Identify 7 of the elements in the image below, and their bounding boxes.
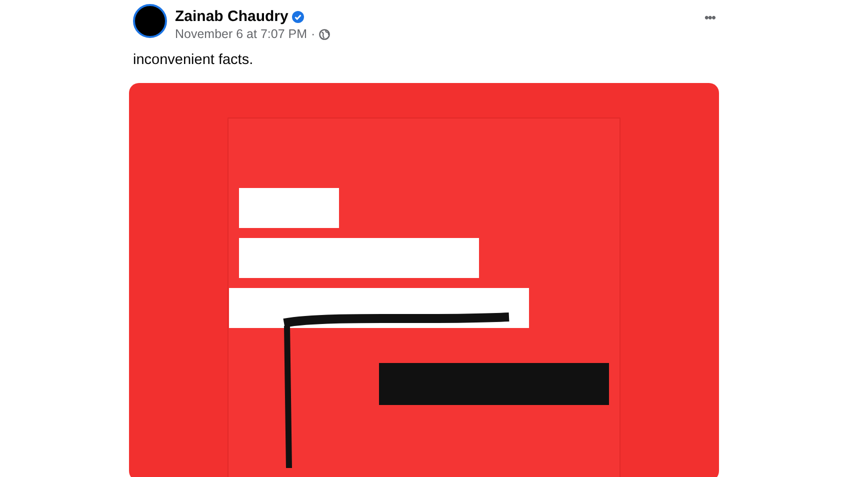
- separator: ·: [311, 26, 316, 42]
- avatar[interactable]: [133, 4, 167, 38]
- post-text: inconvenient facts.: [133, 51, 254, 70]
- author-name[interactable]: Zainab Chaudry: [175, 8, 288, 26]
- globe-icon[interactable]: [319, 28, 330, 40]
- timestamp[interactable]: November 6 at 7:07 PM: [175, 26, 308, 42]
- more-options-button[interactable]: •••: [700, 8, 719, 28]
